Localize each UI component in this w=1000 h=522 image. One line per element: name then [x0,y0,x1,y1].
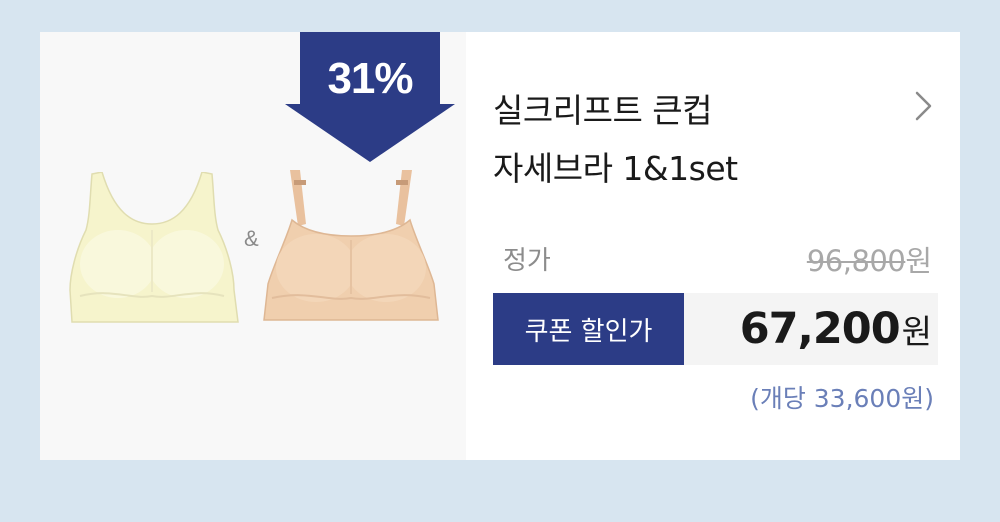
coupon-price-unit: 원 [901,312,932,351]
product-title-line2: 자세브라 1&1set [493,149,738,188]
coupon-price-row: 쿠폰 할인가 67,200 원 [493,293,938,365]
product-card[interactable]: 31% & 실크리프트 큰컵 자세브라 1&1set 정가 96,800원 쿠폰… [40,32,960,460]
discount-badge: 31% [285,32,455,162]
product-image-beige-bra [263,170,439,321]
product-image-panel[interactable]: 31% & [40,32,466,460]
regular-price-label: 정가 [503,246,551,276]
coupon-price: 67,200 원 [740,293,932,365]
chevron-right-icon[interactable] [913,90,935,122]
product-title-line1: 실크리프트 큰컵 [493,91,713,130]
ampersand-label: & [244,226,259,251]
discount-badge-text: 31% [327,54,413,103]
regular-price: 96,800원 [807,238,932,280]
regular-price-unit: 원 [905,244,932,278]
coupon-price-label: 쿠폰 할인가 [493,293,684,365]
product-info: 실크리프트 큰컵 자세브라 1&1set 정가 96,800원 쿠폰 할인가 6… [493,32,940,460]
coupon-price-value: 67,200 [739,304,901,354]
product-image-yellow-bra [69,172,239,323]
unit-price: (개당 33,600원) [750,384,934,413]
regular-price-value: 96,800 [806,244,906,278]
product-title[interactable]: 실크리프트 큰컵 자세브라 1&1set [493,82,873,198]
